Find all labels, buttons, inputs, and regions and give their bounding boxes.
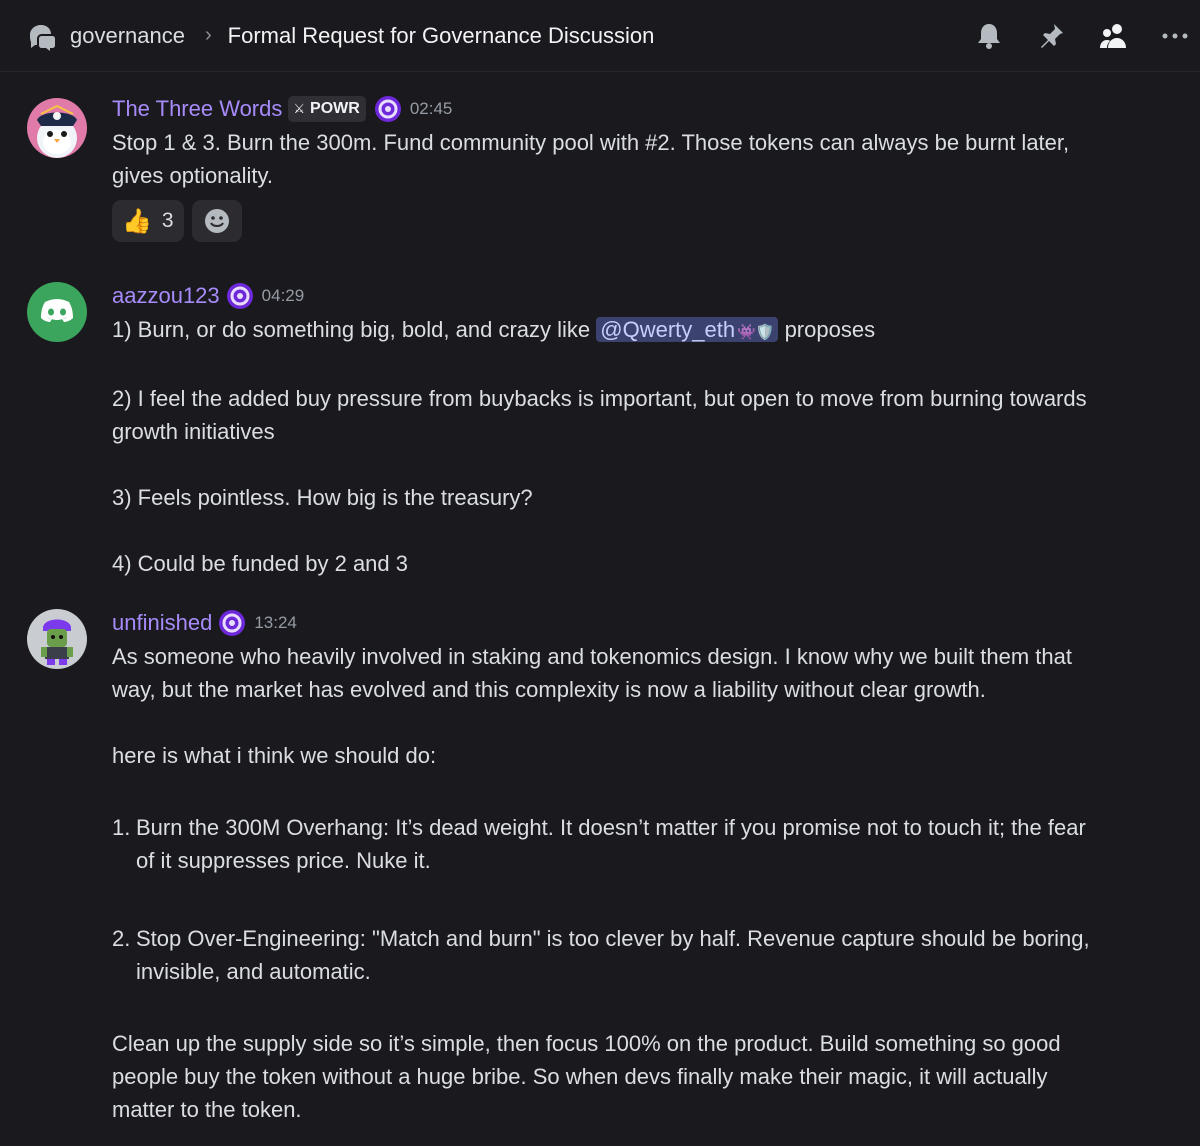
message-text: 1) Burn, or do something big, bold, and … [112, 313, 1140, 349]
breadcrumb-channel[interactable]: governance [70, 23, 185, 49]
username[interactable]: unfinished [112, 610, 212, 636]
ordered-list: 1. Burn the 300M Overhang: It’s dead wei… [112, 811, 1140, 988]
message-text: 4) Could be funded by 2 and 3 [112, 551, 409, 576]
more-icon [1162, 33, 1188, 39]
guild-tag[interactable]: ⚔ POWR [288, 96, 366, 122]
timestamp: 02:45 [409, 99, 453, 118]
list-item-number: 1. [112, 815, 131, 840]
role-badge-icon [374, 96, 401, 122]
timestamp: 04:29 [261, 286, 305, 305]
list-item-text: Stop Over-Engineering: "Match and burn" … [136, 926, 1090, 951]
username[interactable]: The Three Words [112, 96, 282, 122]
message-header: aazzou123 04:29 [112, 279, 1140, 313]
thumbs-up-icon: 👍 [122, 207, 152, 235]
message-text: gives optionality. [112, 163, 274, 188]
add-reaction-button[interactable] [191, 200, 242, 242]
mention-label: @Qwerty_eth [600, 317, 736, 342]
channel-header: governance › Formal Request for Governan… [0, 0, 1200, 72]
pirate-penguin-avatar-icon [27, 98, 87, 158]
notifications-button[interactable] [974, 21, 1004, 51]
header-toolbar [974, 0, 1200, 72]
message-text: people buy the token without a huge brib… [112, 1064, 1048, 1089]
smiley-icon [204, 209, 229, 233]
message-text: 2) I feel the added buy pressure from bu… [112, 386, 1087, 411]
pin-icon [1041, 24, 1063, 48]
list-item-text: invisible, and automatic. [136, 959, 371, 984]
text-segment: 1) Burn, or do something big, bold, and … [112, 317, 597, 342]
role-badge-icon [226, 283, 253, 309]
message-header: unfinished 13:24 [112, 606, 1140, 640]
zombie-character-avatar-icon [27, 609, 87, 669]
more-options-button[interactable] [1160, 21, 1190, 51]
sword-icon: ⚔ [293, 101, 306, 116]
avatar[interactable] [27, 98, 87, 158]
message-text: Stop 1 & 3. Burn the 300m. Fund communit… [112, 130, 1070, 155]
mention-emoji-icon: 👾🛡️ [737, 324, 775, 341]
reactions-bar: 👍 3 [112, 200, 1140, 242]
message-text: As someone who heavily involved in staki… [112, 644, 1072, 669]
pinned-messages-button[interactable] [1036, 21, 1066, 51]
timestamp: 13:24 [254, 613, 297, 632]
avatar[interactable] [27, 609, 87, 669]
threads-icon [30, 24, 55, 51]
list-item-number: 2. [112, 926, 131, 951]
breadcrumb-separator: › [204, 24, 212, 46]
username[interactable]: aazzou123 [112, 283, 220, 309]
list-item-text: Burn the 300M Overhang: It’s dead weight… [136, 815, 1086, 840]
list-item-text: of it suppresses price. Nuke it. [136, 848, 431, 873]
members-button[interactable] [1098, 21, 1128, 51]
bell-icon [978, 24, 1000, 49]
user-mention[interactable]: @Qwerty_eth 👾🛡️ [596, 317, 779, 342]
message-text: growth initiatives [112, 419, 275, 444]
message-text: way, but the market has evolved and this… [112, 677, 986, 702]
message-text: Clean up the supply side so it’s simple,… [112, 1031, 1061, 1056]
guild-tag-label: POWR [310, 100, 360, 117]
list-item: 2. Stop Over-Engineering: "Match and bur… [112, 922, 1140, 988]
reaction-thumbs-up[interactable]: 👍 3 [112, 200, 184, 242]
reaction-count: 3 [161, 209, 174, 232]
message-header: The Three Words ⚔ POWR 02:45 [112, 92, 1140, 126]
text-segment: proposes [778, 317, 876, 342]
message-text: 3) Feels pointless. How big is the treas… [112, 485, 533, 510]
message-text: matter to the token. [112, 1097, 302, 1122]
members-icon [1100, 24, 1126, 48]
role-badge-icon [219, 610, 246, 636]
list-item: 1. Burn the 300M Overhang: It’s dead wei… [112, 811, 1140, 877]
discord-logo-avatar-icon [27, 282, 87, 342]
message-text: here is what i think we should do: [112, 743, 437, 768]
avatar[interactable] [27, 282, 87, 342]
thread-title: Formal Request for Governance Discussion [227, 22, 655, 48]
